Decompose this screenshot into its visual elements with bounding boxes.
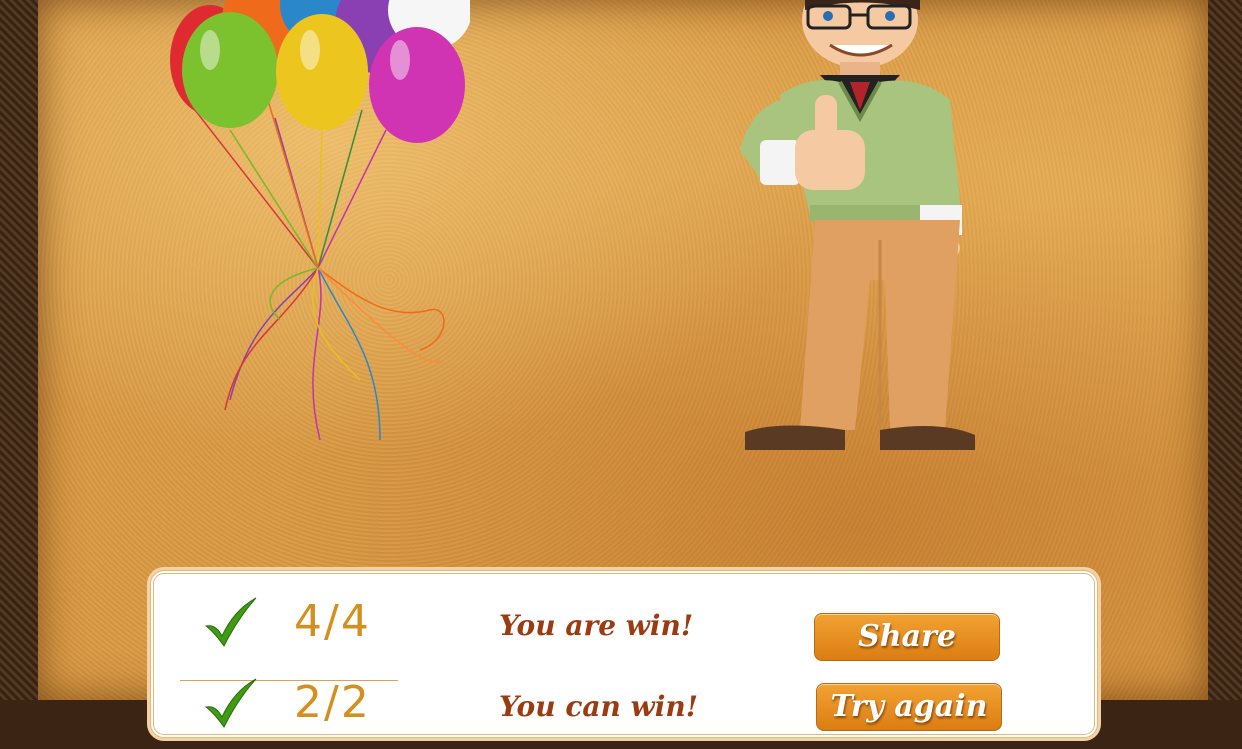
- score-text: 2/2: [294, 677, 371, 728]
- result-row: 2/2 You can win! Try again: [154, 669, 1094, 749]
- result-message: You can win!: [499, 690, 699, 723]
- checkmark-icon: [204, 678, 257, 728]
- results-panel: 4/4 You are win! Share 2/2 You can win! …: [150, 570, 1098, 738]
- score-text: 4/4: [294, 596, 371, 647]
- result-message: You are win!: [499, 609, 694, 642]
- balloons-illustration: [170, 0, 470, 441]
- checkmark-icon: [204, 597, 257, 647]
- result-row: 4/4 You are win! Share: [154, 588, 1094, 681]
- character-thumbs-up-illustration: [740, 0, 975, 450]
- share-button[interactable]: Share: [814, 613, 1000, 661]
- try-again-button[interactable]: Try again: [816, 683, 1002, 731]
